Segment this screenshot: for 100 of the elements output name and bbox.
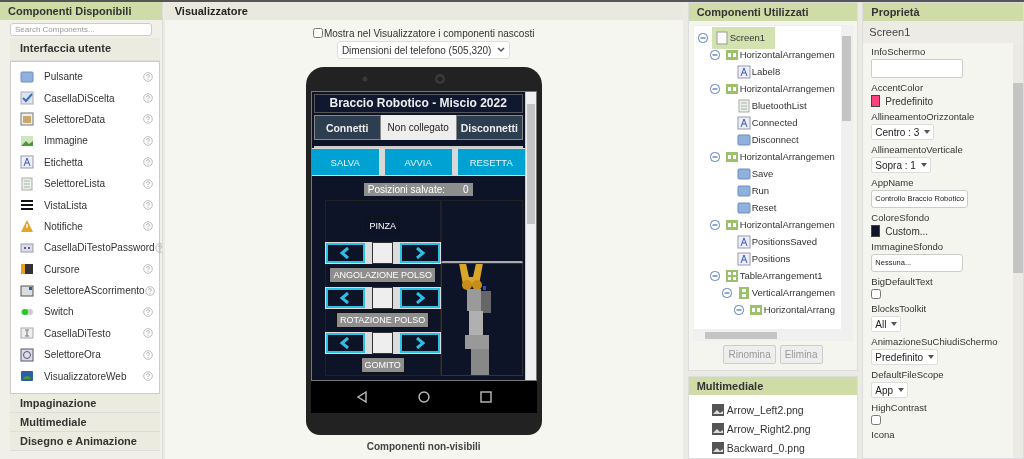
- tree-item[interactable]: HorizontalArrangemen: [723, 148, 836, 165]
- component-item[interactable]: Etichetta: [44, 156, 143, 168]
- right-button[interactable]: [400, 333, 440, 353]
- app-button[interactable]: Disconnetti: [455, 115, 523, 140]
- category-header[interactable]: Interfaccia utente: [10, 38, 160, 61]
- collapse-icon[interactable]: [697, 32, 708, 43]
- color-swatch[interactable]: [871, 95, 881, 107]
- collapse-icon[interactable]: [709, 151, 720, 162]
- search-field[interactable]: Search Components...: [10, 23, 152, 36]
- dropdown[interactable]: All: [871, 316, 902, 332]
- component-item[interactable]: SelettoreLista: [44, 178, 143, 190]
- dropdown[interactable]: Centro : 3: [871, 124, 935, 140]
- component-item[interactable]: CasellaDiScelta: [44, 92, 143, 104]
- collapse-icon[interactable]: [709, 83, 720, 94]
- help-icon: [142, 157, 153, 168]
- button-icon: [20, 69, 34, 84]
- tree-item[interactable]: PositionsSaved: [735, 233, 819, 250]
- left-button[interactable]: [325, 288, 366, 308]
- tree-item[interactable]: Label8: [735, 63, 782, 80]
- list-lines-icon: [20, 198, 34, 213]
- color-swatch[interactable]: [871, 225, 881, 237]
- tree-item[interactable]: HorizontalArrangemen: [723, 216, 836, 233]
- component-item[interactable]: SelettoreAScorrimento: [44, 285, 145, 297]
- table-icon: [724, 268, 739, 283]
- arrangement-icon: [748, 302, 763, 317]
- tree-item[interactable]: Screen1: [711, 26, 776, 49]
- collapse-icon[interactable]: [721, 287, 732, 298]
- panel-header: Componenti Utilizzati: [688, 3, 858, 21]
- tree-item[interactable]: TableArrangement1: [723, 267, 824, 284]
- left-button[interactable]: [325, 333, 366, 353]
- checkbox[interactable]: [871, 289, 882, 299]
- arrangement-icon: [724, 47, 739, 62]
- component-item[interactable]: Cursore: [44, 263, 143, 275]
- right-button[interactable]: [400, 288, 440, 308]
- tree-item[interactable]: BluetoothList: [735, 97, 808, 114]
- tree-item[interactable]: HorizontalArrang: [747, 301, 836, 318]
- media-file[interactable]: Arrow_Left2.png: [726, 403, 804, 416]
- color-value[interactable]: Custom...: [885, 225, 929, 237]
- scrollbar[interactable]: [841, 26, 853, 329]
- media-file[interactable]: Backward_0.png: [726, 441, 805, 454]
- tree-item[interactable]: HorizontalArrangemen: [723, 46, 836, 63]
- component-item[interactable]: Pulsante: [44, 71, 143, 83]
- component-name: Screen1: [863, 21, 1023, 43]
- device-size-dropdown[interactable]: Dimensioni del telefono (505,320): [336, 41, 511, 59]
- component-item[interactable]: SelettoreOra: [44, 349, 143, 361]
- component-item[interactable]: Immagine: [44, 135, 143, 147]
- component-item[interactable]: CasellaDiTestoPassword: [44, 242, 155, 254]
- tree-item[interactable]: Connected: [735, 114, 799, 131]
- property-label: AccentColor: [871, 82, 925, 94]
- component-item[interactable]: VistaLista: [44, 199, 143, 211]
- component-item[interactable]: CasellaDiTesto: [44, 327, 143, 339]
- component-item[interactable]: VisualizzatoreWeb: [44, 370, 143, 382]
- left-button[interactable]: [325, 243, 366, 263]
- dropdown[interactable]: Sopra : 1: [871, 157, 931, 173]
- media-file[interactable]: Arrow_Right2.png: [726, 422, 811, 435]
- property-label: ColoreSfondo: [871, 212, 931, 224]
- help-icon: [154, 242, 162, 253]
- scrollbar[interactable]: [692, 330, 854, 341]
- property-label: DefaultFileScope: [871, 369, 945, 381]
- arrangement-icon: [724, 217, 739, 232]
- collapse-icon[interactable]: [709, 270, 720, 281]
- textbox-icon: [20, 326, 34, 341]
- tree-item[interactable]: VerticalArrangemen: [735, 284, 837, 301]
- component-item[interactable]: SelettoreData: [44, 113, 143, 125]
- scrollbar[interactable]: [1013, 43, 1023, 458]
- collapse-icon[interactable]: [733, 304, 744, 315]
- help-icon: [142, 264, 153, 275]
- help-icon: [142, 178, 153, 189]
- collapse-icon[interactable]: [709, 49, 720, 60]
- help-icon: [142, 114, 153, 125]
- caret-icon: [924, 130, 931, 134]
- help-icon: [142, 328, 153, 339]
- tree-item[interactable]: Run: [735, 182, 771, 199]
- checkbox[interactable]: [871, 415, 882, 425]
- clock-icon: [20, 347, 34, 362]
- arrangement-icon: [736, 285, 751, 300]
- right-button[interactable]: [400, 243, 440, 263]
- tree-item[interactable]: HorizontalArrangemen: [723, 80, 836, 97]
- tree-item[interactable]: Disconnect: [735, 131, 800, 148]
- app-title: Braccio Robotico - Miscio 2022: [313, 94, 523, 113]
- component-item[interactable]: Notifiche: [44, 220, 143, 232]
- button-icon: [736, 200, 751, 215]
- tree-item[interactable]: Positions: [735, 250, 792, 267]
- tree-item[interactable]: Save: [735, 165, 775, 182]
- color-value[interactable]: Predefinito: [885, 95, 934, 107]
- label-icon: [736, 115, 751, 130]
- label-icon: [736, 234, 751, 249]
- dropdown[interactable]: Predefinito: [871, 349, 939, 365]
- app-button[interactable]: Connetti: [313, 115, 381, 140]
- tree-item[interactable]: Reset: [735, 199, 778, 216]
- property-label: BigDefaultText: [871, 276, 934, 288]
- component-item[interactable]: Switch: [44, 306, 143, 318]
- dropdown[interactable]: App: [871, 382, 909, 398]
- recents-icon: [478, 390, 493, 404]
- property-label: AllineamentoVerticale: [871, 144, 964, 156]
- scrollbar[interactable]: [524, 92, 536, 380]
- value-box: [372, 332, 394, 354]
- checkbox[interactable]: [312, 28, 323, 38]
- joint-label: ROTAZIONE POLSO: [336, 312, 430, 328]
- collapse-icon[interactable]: [709, 219, 720, 230]
